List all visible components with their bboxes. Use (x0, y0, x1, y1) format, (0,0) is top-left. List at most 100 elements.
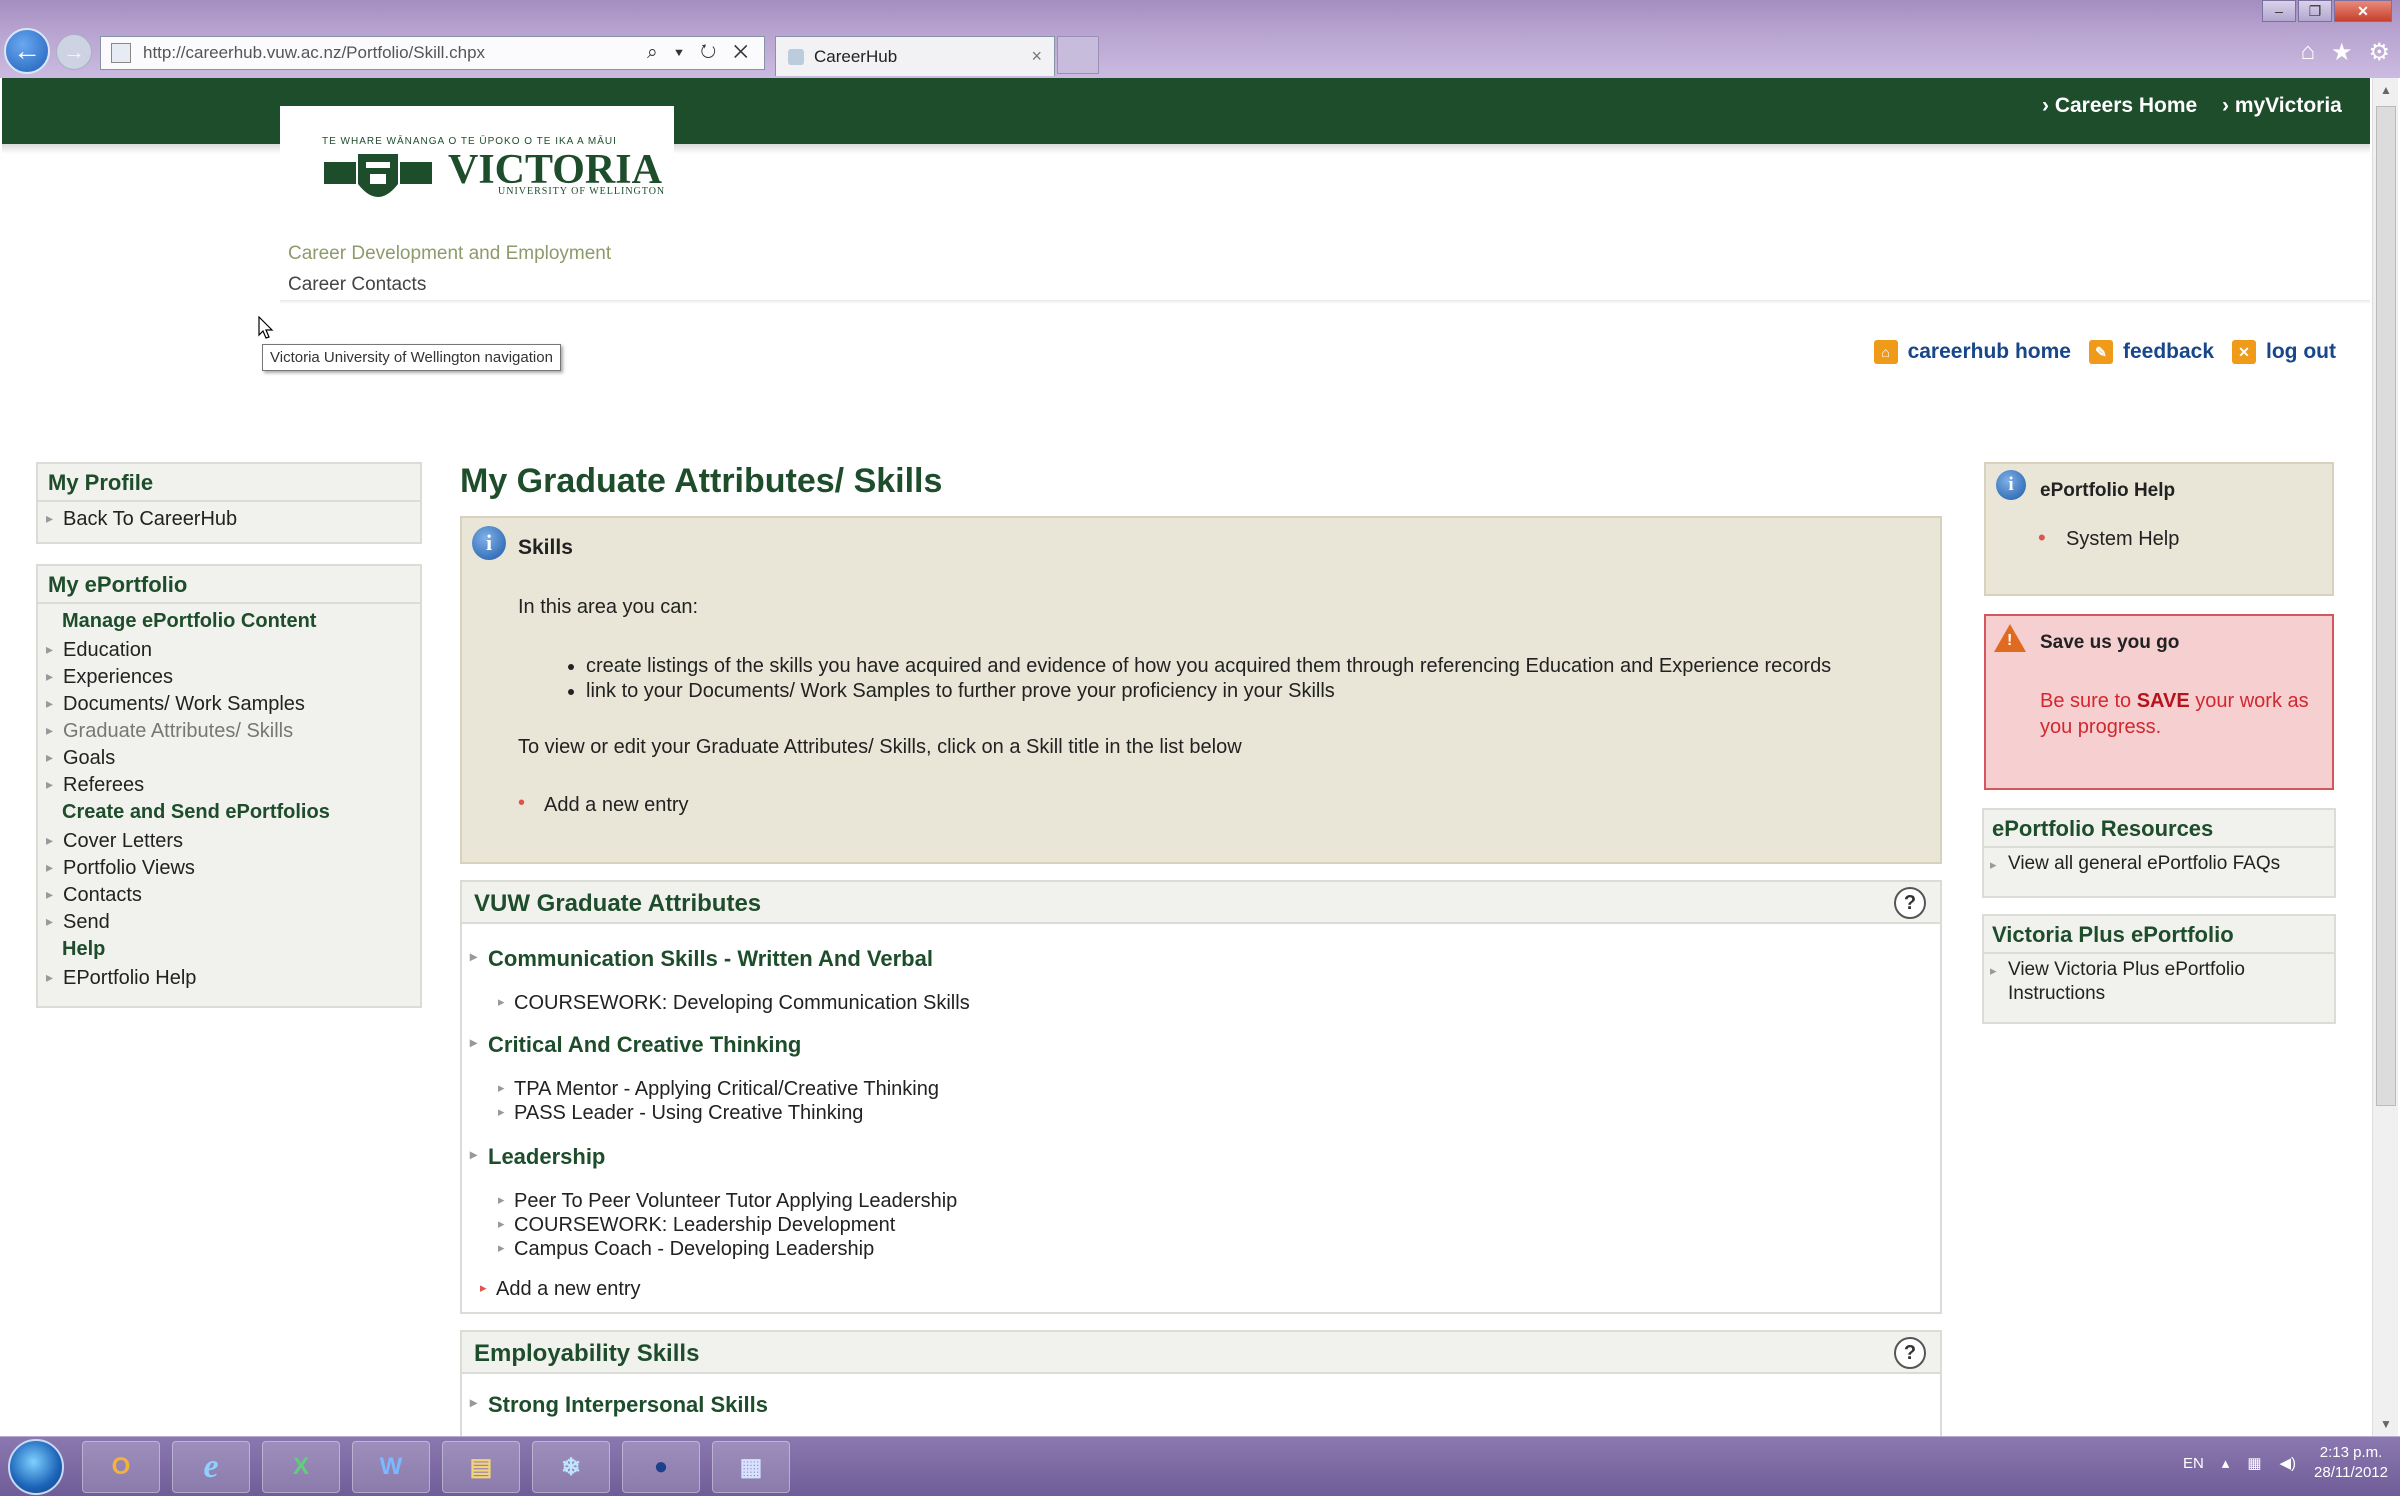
career-contacts-link[interactable]: Career Contacts (288, 274, 426, 296)
info-icon: i (472, 526, 506, 560)
file-explorer-app-icon[interactable]: ▤ (442, 1441, 520, 1493)
minimize-icon[interactable]: – (2262, 0, 2296, 22)
myvictoria-link[interactable]: › myVictoria (2222, 94, 2342, 118)
favorites-star-icon[interactable]: ★ (2331, 38, 2353, 67)
browser-toolbar-icons: ⌂ ★ ⚙ (2300, 38, 2390, 67)
tab-title: CareerHub (814, 46, 898, 66)
attribute-communication-link[interactable]: Communication Skills - Written And Verba… (470, 946, 933, 972)
header-divider (280, 300, 2370, 304)
logo-subtitle: UNIVERSITY OF WELLINGTON (498, 186, 666, 197)
sidebar-item-experiences[interactable]: Experiences (38, 664, 420, 691)
outlook-app-icon[interactable]: O (82, 1441, 160, 1493)
skill-entry-link[interactable]: COURSEWORK: Leadership Development (498, 1214, 895, 1237)
remote-desktop-app-icon[interactable]: ▦ (712, 1441, 790, 1493)
sidebar-item-contacts[interactable]: Contacts (38, 882, 420, 909)
new-tab-button[interactable] (1057, 36, 1099, 74)
victoria-plus-instructions-link[interactable]: View Victoria Plus ePortfolio Instructio… (1984, 954, 2334, 1012)
section-header: Employability Skills ? (462, 1332, 1940, 1374)
address-tools-icon[interactable]: ⌕ ▾ ↻ ✕ (647, 42, 754, 64)
help-question-icon[interactable]: ? (1894, 887, 1926, 919)
graduate-attributes-section: VUW Graduate Attributes ? Communication … (460, 880, 1942, 1314)
eportfolio-help-box: i ePortfolio Help System Help (1984, 462, 2334, 596)
globe-app-icon[interactable]: ● (622, 1441, 700, 1493)
victoria-plus-box: Victoria Plus ePortfolio View Victoria P… (1982, 914, 2336, 1024)
sidebar-item-education[interactable]: Education (38, 637, 420, 664)
network-icon[interactable]: ▦ (2247, 1454, 2261, 1472)
my-profile-panel: My Profile Back To CareerHub (36, 462, 422, 544)
browser-tab[interactable]: CareerHub × (775, 36, 1055, 76)
tab-close-icon[interactable]: × (1031, 46, 1042, 67)
settings-gear-icon[interactable]: ⚙ (2368, 38, 2390, 67)
sidebar-item-eportfolio-help[interactable]: EPortfolio Help (38, 965, 420, 992)
sidebar-item-cover-letters[interactable]: Cover Letters (38, 828, 420, 855)
address-bar[interactable]: http://careerhub.vuw.ac.nz/Portfolio/Ski… (100, 36, 765, 70)
clock[interactable]: 2:13 p.m. 28/11/2012 (2314, 1443, 2388, 1483)
internet-explorer-app-icon[interactable]: e (172, 1441, 250, 1493)
utility-links: ⌂ careerhub home ✎ feedback ✕ log out (1873, 340, 2336, 364)
home-icon[interactable]: ⌂ (2300, 38, 2315, 67)
careerhub-home-label: careerhub home (1907, 340, 2071, 363)
system-help-link[interactable]: System Help (2038, 525, 2179, 551)
faq-link[interactable]: View all general ePortfolio FAQs (1984, 848, 2334, 882)
window-controls: – ❐ ✕ (2260, 0, 2392, 22)
sidebar-item-graduate-attributes[interactable]: Graduate Attributes/ Skills (38, 718, 420, 745)
careers-home-link[interactable]: › Careers Home (2042, 94, 2197, 118)
sidebar-item-documents[interactable]: Documents/ Work Samples (38, 691, 420, 718)
restore-icon[interactable]: ❐ (2298, 0, 2332, 22)
forward-button[interactable]: → (56, 34, 92, 70)
scroll-down-icon[interactable]: ▼ (2373, 1412, 2399, 1436)
skill-entry-link[interactable]: TPA Mentor - Applying Critical/Creative … (498, 1078, 939, 1101)
skill-entry-link[interactable]: PASS Leader - Using Creative Thinking (498, 1102, 863, 1125)
tab-favicon-icon (788, 48, 804, 65)
warning-title: Save us you go (2040, 632, 2180, 653)
mouse-cursor-icon (258, 316, 274, 339)
start-button[interactable] (8, 1439, 64, 1495)
careerhub-home-link[interactable]: ⌂ careerhub home (1873, 340, 2071, 364)
sidebar-item-back-to-careerhub[interactable]: Back To CareerHub (38, 506, 420, 533)
feedback-link[interactable]: ✎ feedback (2088, 340, 2214, 364)
help-question-icon[interactable]: ? (1894, 1337, 1926, 1369)
forward-arrow-icon: → (63, 39, 85, 64)
info-intro: In this area you can: (518, 596, 699, 618)
close-window-icon[interactable]: ✕ (2334, 0, 2392, 22)
warning-text-bold: SAVE (2136, 690, 2190, 712)
browser-chrome: ← → http://careerhub.vuw.ac.nz/Portfolio… (0, 0, 2400, 78)
back-button[interactable]: ← (4, 28, 50, 74)
word-app-icon[interactable]: W (352, 1441, 430, 1493)
warning-exclamation: ! (2007, 632, 2013, 649)
resources-title: ePortfolio Resources (1984, 810, 2334, 848)
language-indicator[interactable]: EN (2183, 1455, 2204, 1472)
excel-app-icon[interactable]: X (262, 1441, 340, 1493)
volume-icon[interactable]: ◀) (2280, 1454, 2297, 1472)
skill-entry-link[interactable]: Peer To Peer Volunteer Tutor Applying Le… (498, 1190, 957, 1213)
skill-entry-link[interactable]: Campus Coach - Developing Leadership (498, 1238, 874, 1261)
skill-entry-link[interactable]: COURSEWORK: Developing Communication Ski… (498, 992, 970, 1015)
sidebar-item-send[interactable]: Send (38, 909, 420, 936)
attribute-critical-thinking-link[interactable]: Critical And Creative Thinking (470, 1032, 801, 1058)
tray-expand-icon[interactable]: ▴ (2222, 1454, 2230, 1472)
scroll-thumb[interactable] (2376, 106, 2396, 1106)
feedback-icon: ✎ (2088, 340, 2113, 364)
save-warning-box: ! Save us you go Be sure to SAVE your wo… (1984, 614, 2334, 790)
info-bullet: link to your Documents/ Work Samples to … (586, 679, 1831, 704)
scroll-up-icon[interactable]: ▲ (2373, 78, 2399, 102)
sidebar-item-goals[interactable]: Goals (38, 745, 420, 772)
department-link[interactable]: Career Development and Employment (288, 243, 611, 265)
logout-link[interactable]: ✕ log out (2232, 340, 2336, 364)
add-new-entry-link[interactable]: Add a new entry (480, 1278, 640, 1301)
snowflake-app-icon[interactable]: ❄ (532, 1441, 610, 1493)
info-title: Skills (518, 536, 573, 559)
warning-text: Be sure to SAVE your work as you progres… (2040, 688, 2330, 740)
vertical-scrollbar[interactable]: ▲ ▼ (2372, 78, 2398, 1436)
add-new-entry-link[interactable]: Add a new entry (518, 792, 688, 817)
sidebar-item-referees[interactable]: Referees (38, 772, 420, 799)
warning-text-pre: Be sure to (2040, 690, 2137, 712)
help-box-title: ePortfolio Help (2040, 480, 2176, 501)
create-eportfolio-heading: Create and Send ePortfolios (62, 801, 330, 823)
attribute-leadership-link[interactable]: Leadership (470, 1144, 605, 1170)
attribute-interpersonal-link[interactable]: Strong Interpersonal Skills (470, 1392, 768, 1418)
sidebar-item-portfolio-views[interactable]: Portfolio Views (38, 855, 420, 882)
clock-time: 2:13 p.m. (2319, 1444, 2383, 1461)
address-url[interactable]: http://careerhub.vuw.ac.nz/Portfolio/Ski… (143, 43, 647, 63)
help-heading: Help (62, 938, 106, 960)
